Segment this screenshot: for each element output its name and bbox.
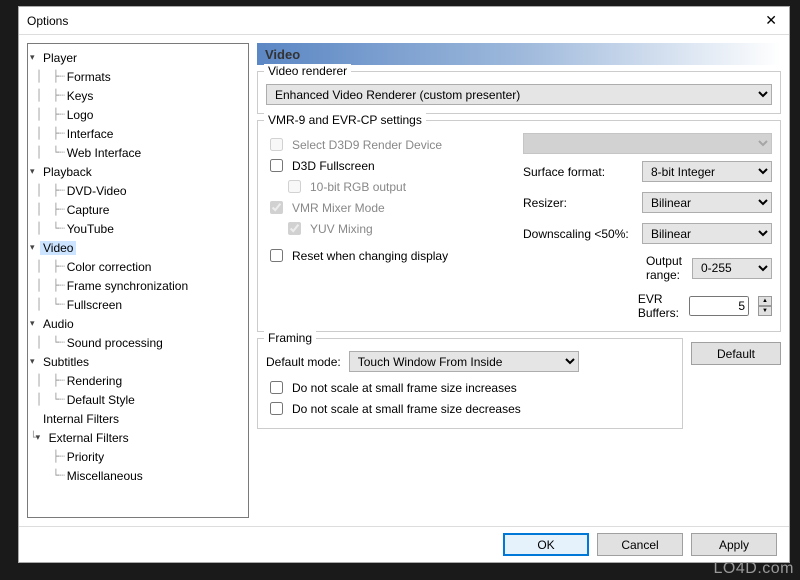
main-panel: Video Video renderer Enhanced Video Rend… <box>257 43 781 518</box>
group-title-renderer: Video renderer <box>264 64 351 78</box>
vmr-mixer-label: VMR Mixer Mode <box>292 201 385 215</box>
evr-buffers-spinner[interactable]: ▲▼ <box>758 296 772 316</box>
yuv-label: YUV Mixing <box>310 222 373 236</box>
tree-child[interactable]: │ ├┈DVD-Video <box>30 181 246 200</box>
nav-tree[interactable]: ▾Player │ ├┈Formats │ ├┈Keys │ ├┈Logo │ … <box>27 43 249 518</box>
tree-parent[interactable]: Internal Filters <box>30 409 246 428</box>
resizer-select[interactable]: Bilinear <box>642 192 772 213</box>
no-scale-inc-label: Do not scale at small frame size increas… <box>292 381 517 395</box>
d3d9-device-select <box>523 133 772 154</box>
watermark: LO4D.com <box>714 560 794 578</box>
tree-child[interactable]: │ └┈YouTube <box>30 219 246 238</box>
surface-format-select[interactable]: 8-bit Integer <box>642 161 772 182</box>
tree-child[interactable]: │ ├┈Capture <box>30 200 246 219</box>
default-button[interactable]: Default <box>691 342 781 365</box>
rgb10-checkbox <box>288 180 301 193</box>
tree-parent[interactable]: ▾Audio <box>30 314 246 333</box>
page-heading: Video <box>257 43 781 65</box>
tree-parent[interactable]: ▾Video <box>30 238 246 257</box>
tree-child[interactable]: │ └┈Default Style <box>30 390 246 409</box>
d3d-fullscreen-checkbox[interactable] <box>270 159 283 172</box>
rgb10-label: 10-bit RGB output <box>310 180 406 194</box>
downscaling-label: Downscaling <50%: <box>523 227 636 241</box>
dialog-footer: OK Cancel Apply <box>19 526 789 562</box>
tree-child[interactable]: ├┈Priority <box>30 447 246 466</box>
tree-child[interactable]: │ └┈Fullscreen <box>30 295 246 314</box>
reset-display-label: Reset when changing display <box>292 249 448 263</box>
tree-parent[interactable]: ▾Subtitles <box>30 352 246 371</box>
yuv-checkbox <box>288 222 301 235</box>
no-scale-dec-checkbox[interactable] <box>270 402 283 415</box>
renderer-select[interactable]: Enhanced Video Renderer (custom presente… <box>266 84 772 105</box>
tree-parent[interactable]: └▾External Filters <box>30 428 246 447</box>
options-window: Options ✕ ▾Player │ ├┈Formats │ ├┈Keys │… <box>18 6 790 563</box>
framing-group: Framing Default mode: Touch Window From … <box>257 338 683 429</box>
surface-format-label: Surface format: <box>523 165 636 179</box>
tree-child[interactable]: │ ├┈Formats <box>30 67 246 86</box>
apply-button[interactable]: Apply <box>691 533 777 556</box>
tree-child[interactable]: │ ├┈Interface <box>30 124 246 143</box>
tree-child[interactable]: │ └┈Sound processing <box>30 333 246 352</box>
evr-buffers-input[interactable] <box>689 296 749 316</box>
cancel-button[interactable]: Cancel <box>597 533 683 556</box>
d3d9-device-checkbox <box>270 138 283 151</box>
no-scale-inc-checkbox[interactable] <box>270 381 283 394</box>
vmr-group: VMR-9 and EVR-CP settings Select D3D9 Re… <box>257 120 781 332</box>
tree-parent[interactable]: ▾Player <box>30 48 246 67</box>
group-title-vmr: VMR-9 and EVR-CP settings <box>264 113 426 127</box>
tree-child[interactable]: │ ├┈Keys <box>30 86 246 105</box>
tree-child[interactable]: │ └┈Web Interface <box>30 143 246 162</box>
tree-child[interactable]: └┈Miscellaneous <box>30 466 246 485</box>
default-mode-select[interactable]: Touch Window From Inside <box>349 351 579 372</box>
resizer-label: Resizer: <box>523 196 636 210</box>
group-title-framing: Framing <box>264 331 316 345</box>
evr-buffers-label: EVR Buffers: <box>638 292 679 320</box>
no-scale-dec-label: Do not scale at small frame size decreas… <box>292 402 521 416</box>
d3d9-device-label: Select D3D9 Render Device <box>292 138 442 152</box>
default-mode-label: Default mode: <box>266 355 341 369</box>
downscaling-select[interactable]: Bilinear <box>642 223 772 244</box>
tree-child[interactable]: │ ├┈Logo <box>30 105 246 124</box>
ok-button[interactable]: OK <box>503 533 589 556</box>
titlebar: Options ✕ <box>19 7 789 35</box>
close-icon[interactable]: ✕ <box>761 12 781 29</box>
tree-parent[interactable]: ▾Playback <box>30 162 246 181</box>
output-range-select[interactable]: 0-255 <box>692 258 772 279</box>
d3d-fullscreen-label: D3D Fullscreen <box>292 159 375 173</box>
tree-child[interactable]: │ ├┈Rendering <box>30 371 246 390</box>
tree-child[interactable]: │ ├┈Color correction <box>30 257 246 276</box>
output-range-label: Output range: <box>646 254 682 282</box>
reset-display-checkbox[interactable] <box>270 249 283 262</box>
vmr-mixer-checkbox <box>270 201 283 214</box>
tree-child[interactable]: │ ├┈Frame synchronization <box>30 276 246 295</box>
window-title: Options <box>27 14 68 28</box>
video-renderer-group: Video renderer Enhanced Video Renderer (… <box>257 71 781 114</box>
